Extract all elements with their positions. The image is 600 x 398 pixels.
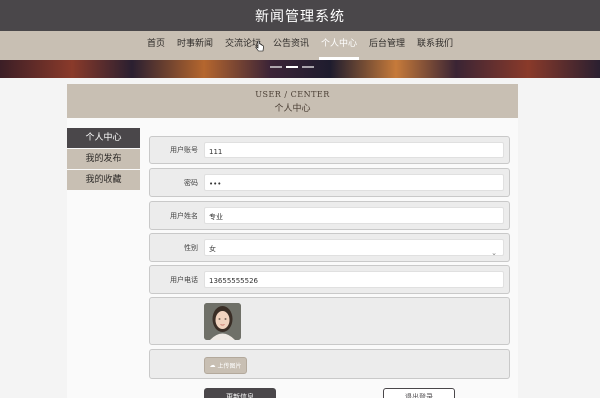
nav-item-admin[interactable]: 后台管理 <box>363 31 411 60</box>
banner-indicator <box>270 66 314 68</box>
form-row-avatar <box>149 297 510 345</box>
nav-item-news[interactable]: 时事新闻 <box>171 31 219 60</box>
form-row-account: 用户账号 111 <box>149 136 510 164</box>
account-label: 用户账号 <box>170 146 198 154</box>
form-row-phone: 用户电话 13655555526 <box>149 265 510 294</box>
form-row-password: 密码 ••• <box>149 168 510 197</box>
site-title: 新闻管理系统 <box>0 0 600 31</box>
form-row-name: 用户姓名 专业 <box>149 201 510 230</box>
password-input[interactable]: ••• <box>204 174 504 191</box>
nav-item-announcements[interactable]: 公告资讯 <box>267 31 315 60</box>
sidebar-item-my-posts[interactable]: 我的发布 <box>67 149 140 169</box>
password-label: 密码 <box>184 178 198 187</box>
section-header: USER / CENTER 个人中心 <box>67 84 518 118</box>
avatar <box>204 303 241 340</box>
upload-button[interactable]: ☁ 上传图片 <box>204 357 247 374</box>
logout-button[interactable]: 退出登录 <box>383 388 455 398</box>
banner-dot[interactable] <box>302 66 314 68</box>
form-row-upload: ☁ 上传图片 <box>149 349 510 379</box>
section-title-cn: 个人中心 <box>274 104 311 114</box>
banner-image <box>0 60 600 78</box>
sidebar-item-my-favorites[interactable]: 我的收藏 <box>67 170 140 190</box>
mouse-cursor-icon <box>255 40 264 52</box>
nav-item-home[interactable]: 首页 <box>141 31 171 60</box>
name-input[interactable]: 专业 <box>204 207 504 224</box>
sidebar: 个人中心 我的发布 我的收藏 <box>67 128 140 191</box>
sidebar-item-user-center[interactable]: 个人中心 <box>67 128 140 148</box>
gender-select[interactable]: 女 ⌄ <box>204 239 504 257</box>
banner-dot[interactable] <box>270 66 282 68</box>
account-input[interactable]: 111 <box>204 142 504 158</box>
form-row-gender: 性别 女 ⌄ <box>149 233 510 262</box>
gender-value: 女 <box>209 245 216 253</box>
nav-item-user-center[interactable]: 个人中心 <box>315 31 363 60</box>
name-label: 用户姓名 <box>170 211 198 220</box>
phone-input[interactable]: 13655555526 <box>204 271 504 288</box>
cloud-upload-icon: ☁ <box>209 362 216 369</box>
chevron-down-icon: ⌄ <box>491 249 497 257</box>
main-nav: 首页 时事新闻 交流论坛 公告资讯 个人中心 后台管理 联系我们 <box>0 31 600 60</box>
update-info-button[interactable]: 更新信息 <box>204 388 276 398</box>
upload-button-label: 上传图片 <box>217 363 242 370</box>
section-title-en: USER / CENTER <box>255 90 330 99</box>
gender-label: 性别 <box>184 243 198 252</box>
nav-item-contact[interactable]: 联系我们 <box>411 31 459 60</box>
banner-dot-active[interactable] <box>286 66 298 68</box>
phone-label: 用户电话 <box>170 275 198 284</box>
